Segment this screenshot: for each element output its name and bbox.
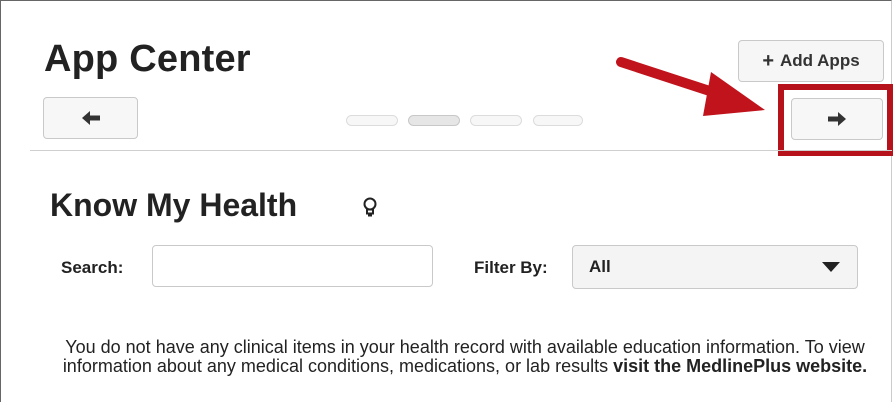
caret-down-icon <box>822 262 840 272</box>
next-button-highlight <box>778 84 893 156</box>
annotation-arrow <box>616 57 765 116</box>
carousel-page-dot-3[interactable] <box>470 115 522 126</box>
filter-selected-value: All <box>589 257 611 276</box>
search-label: Search: <box>61 258 124 277</box>
empty-state-message: You do not have any clinical items in yo… <box>60 338 870 376</box>
arrow-left-icon <box>81 111 100 125</box>
add-apps-label: Add Apps <box>780 51 860 70</box>
medlineplus-link[interactable]: visit the MedlinePlus website. <box>613 356 867 376</box>
previous-page-button[interactable] <box>43 97 138 139</box>
filter-label: Filter By: <box>474 258 548 277</box>
section-title: Know My Health <box>50 187 298 223</box>
search-input[interactable] <box>152 245 433 287</box>
carousel-page-dot-1[interactable] <box>346 115 398 126</box>
carousel-page-dot-4[interactable] <box>533 115 583 126</box>
page-title: App Center <box>44 38 251 80</box>
lightbulb-icon[interactable] <box>363 197 377 217</box>
carousel-page-dot-2[interactable] <box>408 115 460 126</box>
header-divider <box>30 150 892 151</box>
filter-dropdown[interactable]: All <box>572 245 858 289</box>
